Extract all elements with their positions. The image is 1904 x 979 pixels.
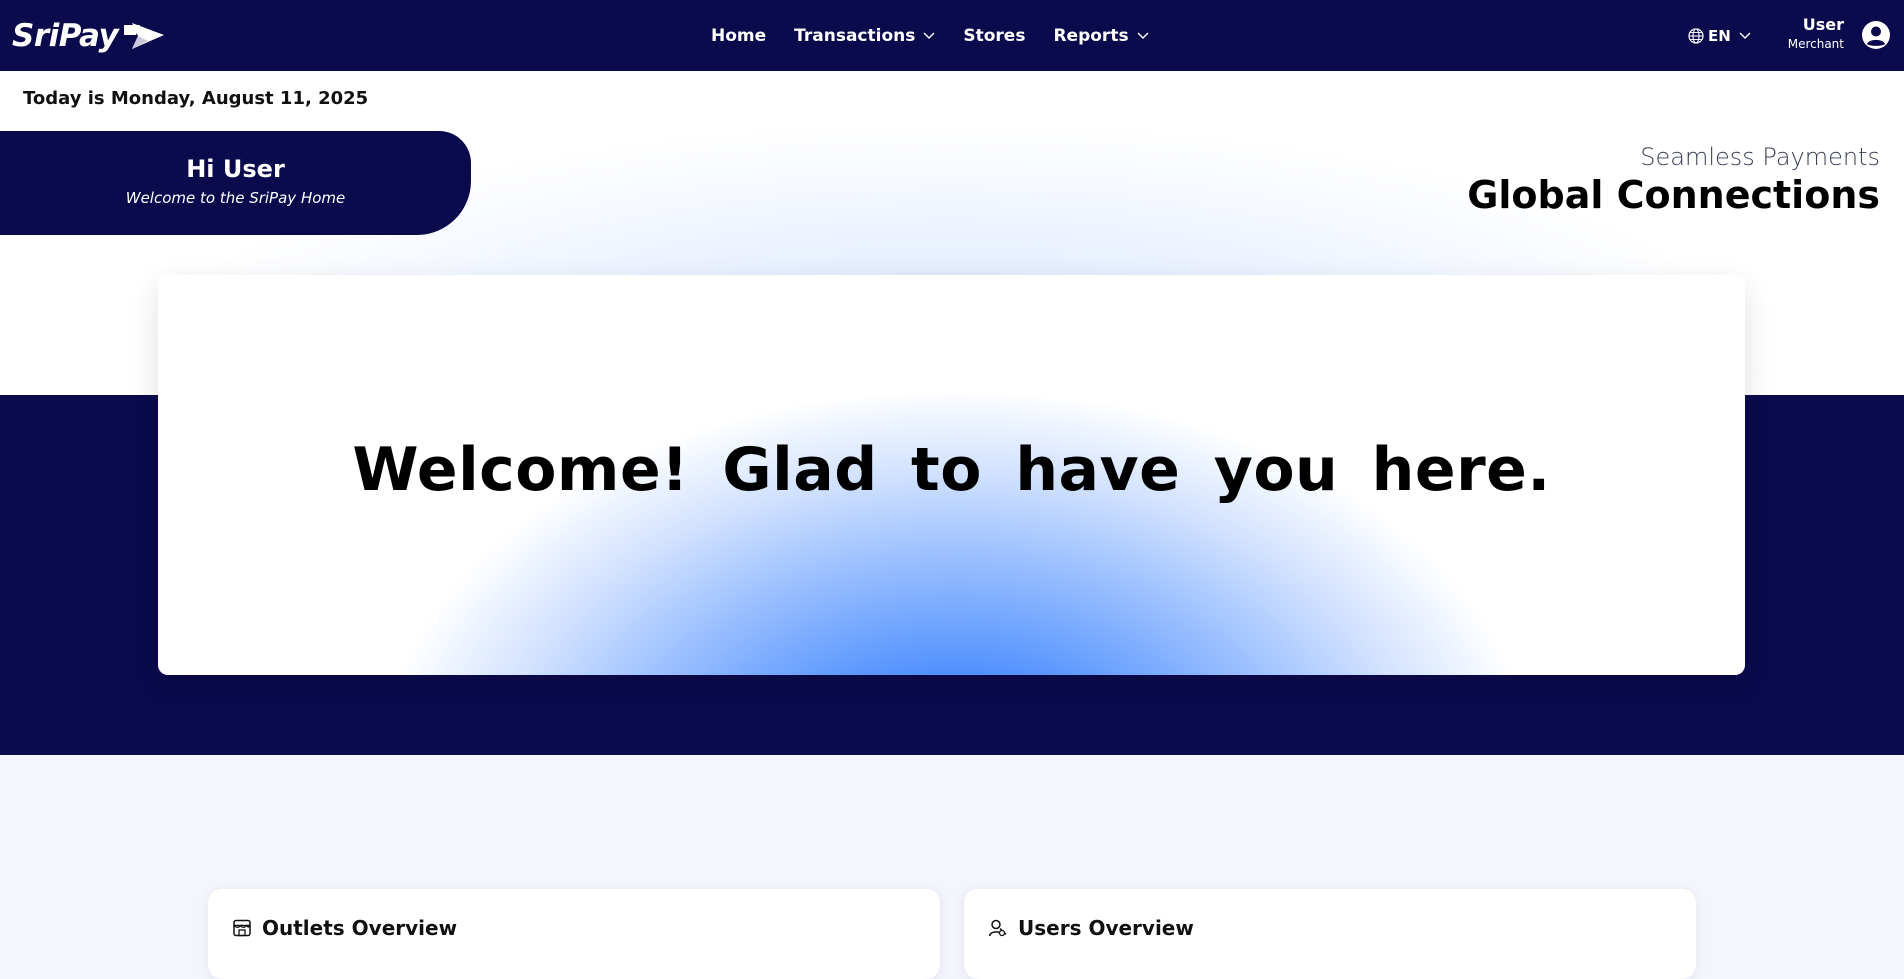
tagline-main: Global Connections [1467, 173, 1880, 217]
language-selector[interactable]: EN [1688, 0, 1751, 71]
welcome-message: Welcome! Glad to have you here. [352, 435, 1551, 505]
user-name: User [1802, 15, 1844, 34]
top-navbar: SriPay Home Transactions Stores Reports … [0, 0, 1904, 71]
current-date: Today is Monday, August 11, 2025 [23, 88, 369, 109]
outlets-overview-card: Outlets Overview [208, 889, 940, 979]
greeting-subtitle: Welcome to the SriPay Home [125, 189, 346, 207]
main-nav: Home Transactions Stores Reports [711, 0, 1149, 71]
nav-home[interactable]: Home [711, 26, 766, 46]
nav-reports[interactable]: Reports [1053, 25, 1149, 46]
chevron-down-icon [1739, 32, 1751, 39]
nav-stores-label: Stores [963, 25, 1026, 46]
nav-stores[interactable]: Stores [963, 26, 1025, 46]
users-icon [988, 919, 1007, 937]
user-circle-icon[interactable] [1862, 21, 1890, 49]
nav-transactions-label: Transactions [794, 25, 916, 46]
users-overview-title: Users Overview [1018, 916, 1194, 940]
sripay-logo[interactable]: SriPay [12, 16, 166, 56]
chevron-down-icon [923, 32, 935, 39]
globe-icon [1688, 27, 1704, 44]
users-overview-card: Users Overview [964, 889, 1696, 979]
user-menu[interactable]: User Merchant [1750, 14, 1844, 52]
tagline-sub: Seamless Payments [1640, 143, 1880, 171]
users-overview-header: Users Overview [988, 916, 1194, 940]
greeting-card: Hi User Welcome to the SriPay Home [0, 131, 471, 235]
outlets-overview-header: Outlets Overview [232, 916, 457, 940]
nav-transactions[interactable]: Transactions [794, 26, 935, 46]
store-icon [233, 919, 251, 937]
nav-home-label: Home [711, 25, 767, 46]
language-label: EN [1708, 26, 1731, 45]
chevron-down-icon [1137, 32, 1149, 39]
logo-arrow-icon [124, 23, 165, 49]
nav-reports-label: Reports [1053, 25, 1129, 46]
tagline: Seamless Payments Global Connections [1467, 143, 1880, 217]
greeting-title: Hi User [186, 155, 285, 183]
welcome-card: Welcome! Glad to have you here. [158, 275, 1745, 675]
logo-text: SriPay [12, 18, 119, 54]
outlets-overview-title: Outlets Overview [262, 916, 458, 940]
user-role: Merchant [1787, 37, 1844, 51]
